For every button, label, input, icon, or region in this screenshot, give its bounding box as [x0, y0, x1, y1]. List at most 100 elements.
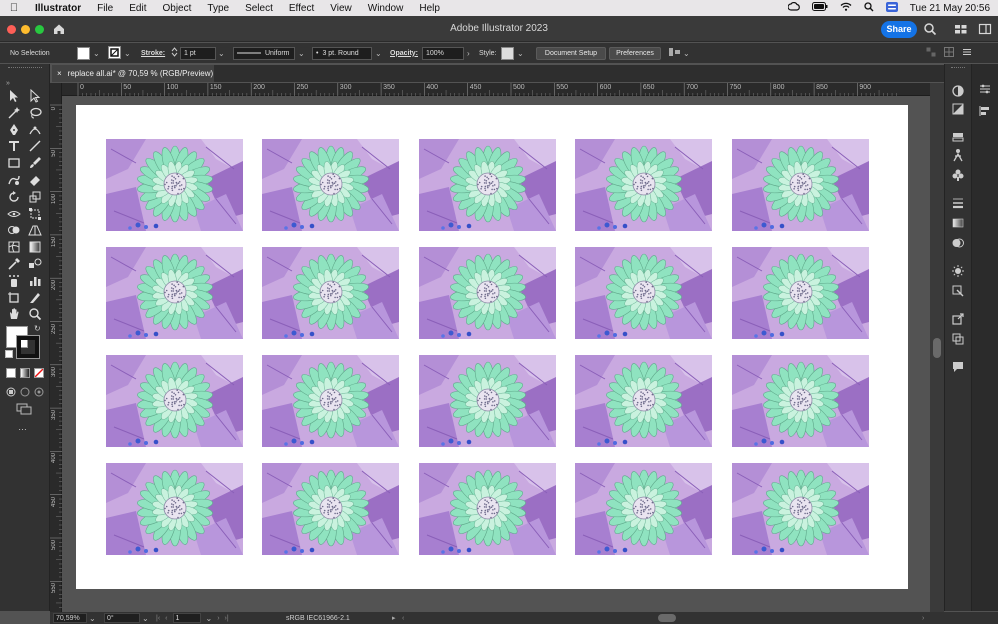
inverted-sunflower-image[interactable] [262, 139, 399, 231]
mesh-tool-icon[interactable] [7, 240, 21, 254]
inverted-sunflower-image[interactable] [575, 463, 712, 555]
stroke-panel-icon[interactable] [951, 196, 965, 210]
isolate-icon[interactable] [926, 47, 936, 59]
stroke-weight-chevron-down-icon[interactable]: ⌄ [218, 49, 225, 58]
horizontal-scroll-thumb[interactable] [658, 614, 676, 622]
inverted-sunflower-image[interactable] [575, 247, 712, 339]
inverted-sunflower-image[interactable] [419, 463, 556, 555]
menu-edit[interactable]: Edit [122, 3, 155, 14]
opacity-field[interactable]: 100% [422, 46, 464, 60]
rotation-field[interactable]: 0° [104, 613, 140, 623]
battery-icon[interactable] [811, 2, 828, 14]
inverted-sunflower-image[interactable] [262, 463, 399, 555]
opacity-chevron-right-icon[interactable]: › [467, 49, 470, 58]
scroll-right-icon[interactable]: › [922, 612, 924, 624]
inverted-sunflower-image[interactable] [106, 139, 243, 231]
artboard-chevron-down-icon[interactable]: ⌄ [206, 614, 213, 623]
perspective-grid-tool-icon[interactable] [28, 223, 42, 237]
fill-control[interactable]: ⌄ [77, 43, 100, 63]
appearance-panel-icon[interactable] [951, 264, 965, 278]
direct-selection-tool-icon[interactable] [28, 89, 42, 103]
stroke-weight-field[interactable]: 1 pt [180, 46, 216, 60]
line-segment-tool-icon[interactable] [28, 139, 42, 153]
gradient-mode-icon[interactable] [20, 368, 30, 378]
brush-definition-field[interactable]: • 3 pt. Round [312, 46, 372, 60]
symbol-sprayer-tool-icon[interactable] [7, 274, 21, 288]
width-tool-icon[interactable] [7, 207, 21, 221]
opacity-label[interactable]: Opacity: [390, 43, 418, 63]
fill-chevron-down-icon[interactable]: ⌄ [93, 49, 100, 58]
stroke-weight-control[interactable]: 1 pt ⌄ [171, 43, 225, 63]
fill-swatch[interactable] [77, 46, 90, 60]
opacity-control[interactable]: 100% › [422, 43, 470, 63]
menu-select[interactable]: Select [238, 3, 282, 14]
layers-panel-icon[interactable] [951, 130, 965, 144]
preferences-button[interactable]: Preferences [609, 46, 661, 60]
share-button[interactable]: Share [881, 21, 917, 38]
creative-cloud-icon[interactable] [787, 1, 800, 14]
inverted-sunflower-image[interactable] [732, 139, 869, 231]
gradient-panel-icon[interactable] [951, 216, 965, 230]
inverted-sunflower-image[interactable] [262, 247, 399, 339]
inverted-sunflower-image[interactable] [419, 247, 556, 339]
artboard-tool-icon[interactable] [7, 291, 21, 305]
shaper-tool-icon[interactable] [7, 173, 21, 187]
transparency-panel-icon[interactable] [951, 236, 965, 250]
rotate-tool-icon[interactable] [7, 190, 21, 204]
menu-effect[interactable]: Effect [282, 3, 323, 14]
shape-builder-tool-icon[interactable] [7, 223, 21, 237]
variable-width-profile-field[interactable]: Uniform [233, 46, 295, 60]
menu-view[interactable]: View [323, 3, 361, 14]
comments-panel-icon[interactable] [951, 360, 965, 374]
brush-definition-control[interactable]: • 3 pt. Round ⌄ [312, 43, 382, 63]
document-tab[interactable]: × replace all.ai* @ 70,59 % (RGB/Preview… [52, 65, 214, 82]
puppet-warp-icon[interactable] [951, 148, 965, 162]
align-control[interactable]: ⌄ [668, 43, 690, 63]
eraser-tool-icon[interactable] [28, 173, 42, 187]
menu-object[interactable]: Object [155, 3, 200, 14]
inverted-sunflower-image[interactable] [419, 139, 556, 231]
graphic-styles-panel-icon[interactable] [951, 284, 965, 298]
free-transform-tool-icon[interactable] [28, 207, 42, 221]
graphic-style-control[interactable]: ⌄ [501, 43, 524, 63]
canvas-area[interactable] [62, 96, 930, 612]
last-artboard-icon[interactable]: ›| [225, 615, 229, 622]
inverted-sunflower-image[interactable] [732, 247, 869, 339]
variable-width-profile-control[interactable]: Uniform ⌄ [233, 43, 305, 63]
hand-tool-icon[interactable] [7, 307, 21, 321]
draw-behind-icon[interactable] [20, 384, 30, 402]
zoom-control[interactable]: 70,59% ⌄ [53, 612, 96, 624]
swap-fill-stroke-icon[interactable]: ↻ [34, 324, 41, 333]
draw-inside-icon[interactable] [34, 384, 44, 402]
panel-menu-icon[interactable] [962, 47, 972, 59]
rotation-control[interactable]: 0° ⌄ [104, 612, 149, 624]
next-artboard-icon[interactable]: › [217, 615, 219, 622]
inverted-sunflower-image[interactable] [732, 355, 869, 447]
close-tab-icon[interactable]: × [57, 69, 62, 78]
zoom-chevron-down-icon[interactable]: ⌄ [89, 614, 96, 623]
workspace-switcher-icon[interactable] [978, 22, 992, 36]
artboard-number-field[interactable]: 1 [172, 613, 201, 623]
menu-help[interactable]: Help [412, 3, 449, 14]
selection-tool-icon[interactable] [7, 89, 21, 103]
menu-file[interactable]: File [90, 3, 122, 14]
type-tool-icon[interactable] [7, 139, 21, 153]
blend-tool-icon[interactable] [28, 257, 42, 271]
brush-chevron-down-icon[interactable]: ⌄ [375, 49, 382, 58]
stroke-swatch-icon[interactable] [108, 45, 121, 61]
artboards-panel-icon[interactable] [951, 332, 965, 346]
dock-grip[interactable] [951, 67, 965, 69]
draw-normal-icon[interactable] [6, 384, 16, 402]
pen-tool-icon[interactable] [7, 123, 21, 137]
inverted-sunflower-image[interactable] [575, 139, 712, 231]
curvature-tool-icon[interactable] [28, 123, 42, 137]
align-chevron-down-icon[interactable]: ⌄ [683, 49, 690, 58]
menu-window[interactable]: Window [361, 3, 413, 14]
export-asset-icon[interactable] [951, 312, 965, 326]
gradient-tool-icon[interactable] [28, 240, 42, 254]
vertical-ruler[interactable]: 0 50 100 150 200 250 300 350 400 450 500 550 [50, 83, 62, 612]
wifi-icon[interactable] [840, 2, 852, 14]
search-icon[interactable] [923, 22, 937, 36]
color-mode-icon[interactable] [6, 368, 16, 378]
zoom-tool-icon[interactable] [28, 307, 42, 321]
